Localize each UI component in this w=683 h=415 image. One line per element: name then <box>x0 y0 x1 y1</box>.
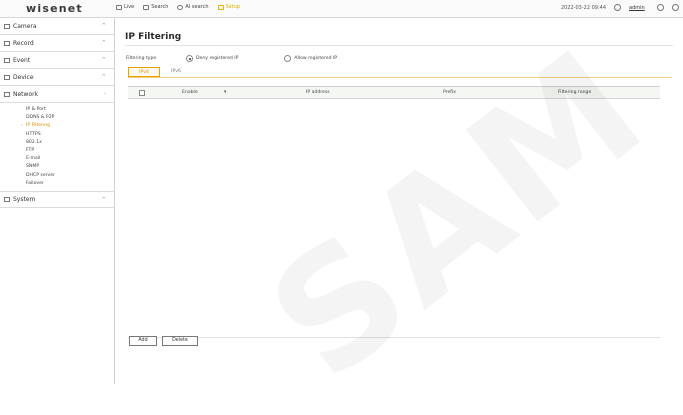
event-icon <box>4 57 10 63</box>
nav-search[interactable]: Search <box>143 4 168 10</box>
wisenet-logo: wisenet <box>26 2 83 15</box>
submenu-ftp[interactable]: FTP <box>26 147 114 155</box>
column-enable: Enable <box>182 90 198 95</box>
table-header: Enable ▾ IP address Prefix Filtering ran… <box>128 87 660 99</box>
setup-icon <box>217 4 224 10</box>
submenu-ip-filtering[interactable]: IP Filtering <box>26 122 114 130</box>
chevron-up-icon: ^ <box>101 74 106 80</box>
radio-unselected-icon <box>284 55 292 62</box>
tab-divider <box>128 77 672 78</box>
user-icon <box>614 4 621 11</box>
title-divider <box>125 45 673 46</box>
submenu-ip-port[interactable]: IP & Port <box>26 106 114 114</box>
filtering-type-label: Filtering type <box>126 56 157 61</box>
datetime: 2022-03-22 09:44 <box>560 4 606 11</box>
delete-button[interactable]: Delete <box>162 336 198 346</box>
network-icon <box>4 91 10 97</box>
user-name[interactable]: admin <box>629 5 649 11</box>
nav-setup[interactable]: Setup <box>217 4 240 10</box>
sidebar-item-camera[interactable]: Camera ^ <box>0 18 114 35</box>
sidebar-item-record[interactable]: Record ^ <box>0 35 114 52</box>
record-icon <box>4 40 10 46</box>
sidebar-item-network[interactable]: Network – <box>0 86 114 103</box>
sidebar-item-event[interactable]: Event ^ <box>0 52 114 69</box>
column-ip-address: IP address <box>306 90 330 95</box>
ip-version-tabs: IPv4 IPv6 <box>128 67 192 77</box>
chevron-up-icon: ^ <box>101 40 106 46</box>
device-icon <box>4 74 10 80</box>
system-icon <box>4 196 10 202</box>
enable-dropdown-icon[interactable]: ▾ <box>224 90 226 95</box>
select-all-checkbox[interactable] <box>139 90 145 96</box>
tab-ipv4[interactable]: IPv4 <box>128 67 160 77</box>
chevron-up-icon: ^ <box>101 23 106 29</box>
chevron-up-icon: ^ <box>101 57 106 63</box>
nav-live[interactable]: Live <box>116 4 134 10</box>
header-right: 2022-03-22 09:44 admin <box>561 4 679 11</box>
sidebar: Camera ^ Record ^ Event ^ Device ^ Network – … <box>0 18 115 384</box>
table-body <box>128 99 660 339</box>
submenu-dhcp-server[interactable]: DHCP server <box>26 172 114 180</box>
network-submenu: IP & Port DDNS & P2P IP Filtering HTTPS … <box>0 103 114 191</box>
logout-icon[interactable] <box>672 4 679 11</box>
ip-filter-table: Enable ▾ IP address Prefix Filtering ran… <box>128 86 660 338</box>
submenu-failover[interactable]: Failover <box>26 180 114 188</box>
sidebar-item-device[interactable]: Device ^ <box>0 69 114 86</box>
submenu-snmp[interactable]: SNMP <box>26 163 114 171</box>
submenu-https[interactable]: HTTPS <box>26 131 114 139</box>
column-filtering-range: Filtering range <box>558 90 592 95</box>
add-button[interactable]: Add <box>129 336 157 346</box>
tab-ipv6[interactable]: IPv6 <box>160 67 192 77</box>
main-panel: IP Filtering Filtering type Deny registe… <box>116 18 683 384</box>
radio-allow-registered-ip[interactable]: Allow registered IP <box>284 55 337 62</box>
search-icon <box>143 4 150 10</box>
sidebar-item-system[interactable]: System ^ <box>0 190 114 208</box>
page-title: IP Filtering <box>125 32 182 42</box>
main-nav: Live Search AI search Setup <box>116 4 240 10</box>
ai-search-icon <box>177 4 184 10</box>
table-actions: Add Delete <box>129 336 198 346</box>
camera-icon <box>4 23 10 29</box>
filtering-type-row: Filtering type Deny registered IP Allow … <box>126 55 383 62</box>
nav-ai-search[interactable]: AI search <box>177 4 209 10</box>
monitor-icon <box>116 4 122 10</box>
submenu-8021x[interactable]: 802.1x <box>26 139 114 147</box>
radio-deny-registered-ip[interactable]: Deny registered IP <box>186 55 238 62</box>
submenu-ddns-p2p[interactable]: DDNS & P2P <box>26 114 114 122</box>
top-bar: wisenet Live Search AI search Setup 2022… <box>0 0 683 18</box>
chevron-down-icon: – <box>103 91 107 97</box>
help-icon[interactable] <box>657 4 664 11</box>
column-prefix: Prefix <box>443 90 456 95</box>
radio-selected-icon <box>186 55 193 62</box>
submenu-email[interactable]: E-mail <box>26 155 114 163</box>
chevron-up-icon: ^ <box>101 196 106 203</box>
